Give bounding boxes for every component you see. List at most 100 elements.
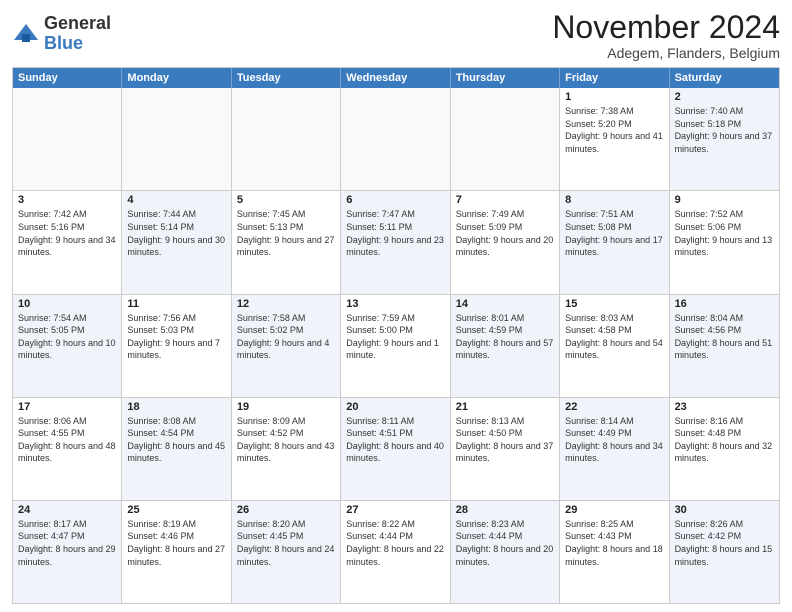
day-info: Sunrise: 8:16 AM Sunset: 4:48 PM Dayligh… <box>675 415 774 465</box>
calendar-row: 24Sunrise: 8:17 AM Sunset: 4:47 PM Dayli… <box>13 501 779 603</box>
day-number: 11 <box>127 298 225 310</box>
cal-header-day: Friday <box>560 68 669 88</box>
day-info: Sunrise: 7:58 AM Sunset: 5:02 PM Dayligh… <box>237 312 335 362</box>
calendar-cell: 9 Sunrise: 7:52 AM Sunset: 5:06 PM Daylig… <box>670 191 779 293</box>
day-info: Sunrise: 8:04 AM Sunset: 4:56 PM Dayligh… <box>675 312 774 362</box>
day-info: Sunrise: 7:59 AM Sunset: 5:00 PM Dayligh… <box>346 312 444 362</box>
logo-icon <box>12 20 40 48</box>
calendar-cell: 11 Sunrise: 7:56 AM Sunset: 5:03 PM Dayli… <box>122 295 231 397</box>
day-number: 30 <box>675 504 774 516</box>
calendar-cell: 18Sunrise: 8:08 AM Sunset: 4:54 PM Dayli… <box>122 398 231 500</box>
day-number: 24 <box>18 504 116 516</box>
calendar-cell: 10 Sunrise: 7:54 AM Sunset: 5:05 PM Dayli… <box>13 295 122 397</box>
day-number: 4 <box>127 194 225 206</box>
day-info: Sunrise: 7:45 AM Sunset: 5:13 PM Dayligh… <box>237 208 335 258</box>
day-number: 21 <box>456 401 554 413</box>
calendar-header: SundayMondayTuesdayWednesdayThursdayFrid… <box>13 68 779 88</box>
day-number: 26 <box>237 504 335 516</box>
day-number: 13 <box>346 298 444 310</box>
day-info: Sunrise: 7:40 AM Sunset: 5:18 PM Dayligh… <box>675 105 774 155</box>
day-info: Sunrise: 7:38 AM Sunset: 5:20 PM Dayligh… <box>565 105 663 155</box>
day-info: Sunrise: 8:23 AM Sunset: 4:44 PM Dayligh… <box>456 518 554 568</box>
day-number: 18 <box>127 401 225 413</box>
logo-blue-text: Blue <box>44 33 83 53</box>
day-number: 7 <box>456 194 554 206</box>
calendar-body: 1 Sunrise: 7:38 AM Sunset: 5:20 PM Daylig… <box>13 88 779 603</box>
calendar-cell: 23 Sunrise: 8:16 AM Sunset: 4:48 PM Dayli… <box>670 398 779 500</box>
day-info: Sunrise: 8:19 AM Sunset: 4:46 PM Dayligh… <box>127 518 225 568</box>
calendar-cell: 27Sunrise: 8:22 AM Sunset: 4:44 PM Dayli… <box>341 501 450 603</box>
calendar-cell: 20Sunrise: 8:11 AM Sunset: 4:51 PM Dayli… <box>341 398 450 500</box>
calendar-cell: 12Sunrise: 7:58 AM Sunset: 5:02 PM Dayli… <box>232 295 341 397</box>
calendar-cell: 4 Sunrise: 7:44 AM Sunset: 5:14 PM Daylig… <box>122 191 231 293</box>
calendar-cell: 22Sunrise: 8:14 AM Sunset: 4:49 PM Dayli… <box>560 398 669 500</box>
calendar-cell: 24Sunrise: 8:17 AM Sunset: 4:47 PM Dayli… <box>13 501 122 603</box>
calendar-cell: 28 Sunrise: 8:23 AM Sunset: 4:44 PM Dayli… <box>451 501 560 603</box>
day-number: 19 <box>237 401 335 413</box>
day-number: 23 <box>675 401 774 413</box>
calendar-row: 3 Sunrise: 7:42 AM Sunset: 5:16 PM Daylig… <box>13 191 779 294</box>
day-number: 1 <box>565 91 663 103</box>
calendar-cell: 25 Sunrise: 8:19 AM Sunset: 4:46 PM Dayli… <box>122 501 231 603</box>
calendar-cell: 17 Sunrise: 8:06 AM Sunset: 4:55 PM Dayli… <box>13 398 122 500</box>
calendar-cell: 5 Sunrise: 7:45 AM Sunset: 5:13 PM Daylig… <box>232 191 341 293</box>
day-number: 3 <box>18 194 116 206</box>
calendar: SundayMondayTuesdayWednesdayThursdayFrid… <box>12 67 780 604</box>
calendar-cell: 21 Sunrise: 8:13 AM Sunset: 4:50 PM Dayli… <box>451 398 560 500</box>
day-info: Sunrise: 7:52 AM Sunset: 5:06 PM Dayligh… <box>675 208 774 258</box>
day-info: Sunrise: 8:22 AM Sunset: 4:44 PM Dayligh… <box>346 518 444 568</box>
calendar-cell: 7Sunrise: 7:49 AM Sunset: 5:09 PM Daylig… <box>451 191 560 293</box>
calendar-cell: 6 Sunrise: 7:47 AM Sunset: 5:11 PM Daylig… <box>341 191 450 293</box>
day-info: Sunrise: 8:09 AM Sunset: 4:52 PM Dayligh… <box>237 415 335 465</box>
logo: General Blue <box>12 10 111 54</box>
day-info: Sunrise: 7:42 AM Sunset: 5:16 PM Dayligh… <box>18 208 116 258</box>
title-block: November 2024 Adegem, Flanders, Belgium <box>552 10 780 61</box>
day-info: Sunrise: 8:11 AM Sunset: 4:51 PM Dayligh… <box>346 415 444 465</box>
day-number: 8 <box>565 194 663 206</box>
calendar-cell <box>232 88 341 190</box>
day-number: 16 <box>675 298 774 310</box>
day-number: 5 <box>237 194 335 206</box>
day-info: Sunrise: 8:03 AM Sunset: 4:58 PM Dayligh… <box>565 312 663 362</box>
day-number: 17 <box>18 401 116 413</box>
day-info: Sunrise: 8:20 AM Sunset: 4:45 PM Dayligh… <box>237 518 335 568</box>
cal-header-day: Wednesday <box>341 68 450 88</box>
page: General Blue November 2024 Adegem, Fland… <box>0 0 792 612</box>
day-number: 28 <box>456 504 554 516</box>
day-number: 9 <box>675 194 774 206</box>
calendar-row: 17 Sunrise: 8:06 AM Sunset: 4:55 PM Dayli… <box>13 398 779 501</box>
day-number: 2 <box>675 91 774 103</box>
day-info: Sunrise: 8:26 AM Sunset: 4:42 PM Dayligh… <box>675 518 774 568</box>
location: Adegem, Flanders, Belgium <box>552 45 780 61</box>
day-info: Sunrise: 7:56 AM Sunset: 5:03 PM Dayligh… <box>127 312 225 362</box>
logo-general: General <box>44 13 111 33</box>
calendar-cell: 29Sunrise: 8:25 AM Sunset: 4:43 PM Dayli… <box>560 501 669 603</box>
day-info: Sunrise: 7:54 AM Sunset: 5:05 PM Dayligh… <box>18 312 116 362</box>
header: General Blue November 2024 Adegem, Fland… <box>12 10 780 61</box>
month-title: November 2024 <box>552 10 780 45</box>
calendar-cell <box>341 88 450 190</box>
cal-header-day: Sunday <box>13 68 122 88</box>
day-info: Sunrise: 8:25 AM Sunset: 4:43 PM Dayligh… <box>565 518 663 568</box>
day-number: 25 <box>127 504 225 516</box>
day-info: Sunrise: 7:44 AM Sunset: 5:14 PM Dayligh… <box>127 208 225 258</box>
day-info: Sunrise: 8:14 AM Sunset: 4:49 PM Dayligh… <box>565 415 663 465</box>
calendar-cell: 13 Sunrise: 7:59 AM Sunset: 5:00 PM Dayli… <box>341 295 450 397</box>
day-number: 6 <box>346 194 444 206</box>
day-info: Sunrise: 7:51 AM Sunset: 5:08 PM Dayligh… <box>565 208 663 258</box>
calendar-cell: 3 Sunrise: 7:42 AM Sunset: 5:16 PM Daylig… <box>13 191 122 293</box>
calendar-cell: 19 Sunrise: 8:09 AM Sunset: 4:52 PM Dayli… <box>232 398 341 500</box>
day-number: 10 <box>18 298 116 310</box>
day-info: Sunrise: 8:06 AM Sunset: 4:55 PM Dayligh… <box>18 415 116 465</box>
logo-text: General Blue <box>44 14 111 54</box>
day-info: Sunrise: 8:13 AM Sunset: 4:50 PM Dayligh… <box>456 415 554 465</box>
day-number: 14 <box>456 298 554 310</box>
calendar-cell: 15Sunrise: 8:03 AM Sunset: 4:58 PM Dayli… <box>560 295 669 397</box>
calendar-cell <box>122 88 231 190</box>
cal-header-day: Tuesday <box>232 68 341 88</box>
calendar-cell: 1 Sunrise: 7:38 AM Sunset: 5:20 PM Daylig… <box>560 88 669 190</box>
cal-header-day: Thursday <box>451 68 560 88</box>
day-info: Sunrise: 7:47 AM Sunset: 5:11 PM Dayligh… <box>346 208 444 258</box>
calendar-cell: 8 Sunrise: 7:51 AM Sunset: 5:08 PM Daylig… <box>560 191 669 293</box>
calendar-cell <box>13 88 122 190</box>
